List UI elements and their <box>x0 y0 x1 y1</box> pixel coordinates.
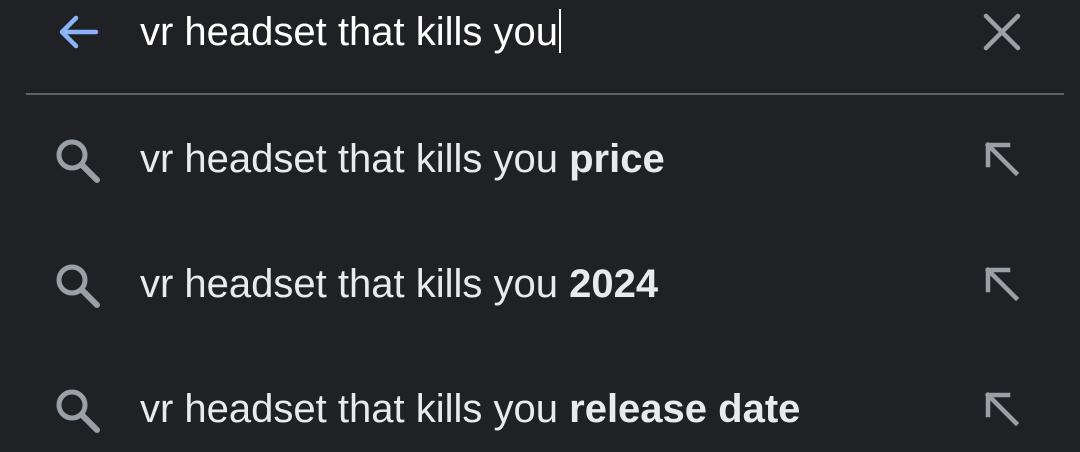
fill-query-button[interactable] <box>976 383 1028 435</box>
clear-button[interactable] <box>976 6 1028 58</box>
suggestion-list: vr headset that kills you price vr heads… <box>0 95 1080 452</box>
arrow-up-left-icon <box>984 391 1020 427</box>
search-icon <box>56 264 100 308</box>
fill-query-button[interactable] <box>976 133 1028 185</box>
search-icon <box>56 139 100 183</box>
suggestion-prefix: vr headset that kills you <box>140 262 558 306</box>
arrow-up-left-icon <box>984 266 1020 302</box>
suggestion-item[interactable]: vr headset that kills you 2024 <box>0 220 1080 345</box>
suggestion-text: vr headset that kills you price <box>140 131 665 187</box>
suggestion-prefix: vr headset that kills you <box>140 137 558 181</box>
search-icon <box>56 389 100 433</box>
arrow-back-icon <box>59 15 99 49</box>
fill-query-button[interactable] <box>976 258 1028 310</box>
suggestion-item[interactable]: vr headset that kills you price <box>0 95 1080 220</box>
suggestion-text: vr headset that kills you release date <box>140 381 800 437</box>
search-bar: vr headset that kills you <box>0 0 1080 94</box>
suggestion-completion: price <box>569 137 665 181</box>
arrow-up-left-icon <box>984 141 1020 177</box>
search-input[interactable]: vr headset that kills you <box>140 4 561 60</box>
search-screen: vr headset that kills you vr headset tha… <box>0 0 1080 452</box>
suggestion-item[interactable]: vr headset that kills you release date <box>0 345 1080 452</box>
close-icon <box>983 13 1021 51</box>
suggestion-prefix: vr headset that kills you <box>140 387 558 431</box>
suggestion-completion: release date <box>569 387 801 431</box>
suggestion-completion: 2024 <box>569 262 659 306</box>
search-query-text: vr headset that kills you <box>140 10 558 54</box>
suggestion-text: vr headset that kills you 2024 <box>140 256 658 312</box>
back-button[interactable] <box>50 6 106 58</box>
text-cursor <box>559 9 561 54</box>
